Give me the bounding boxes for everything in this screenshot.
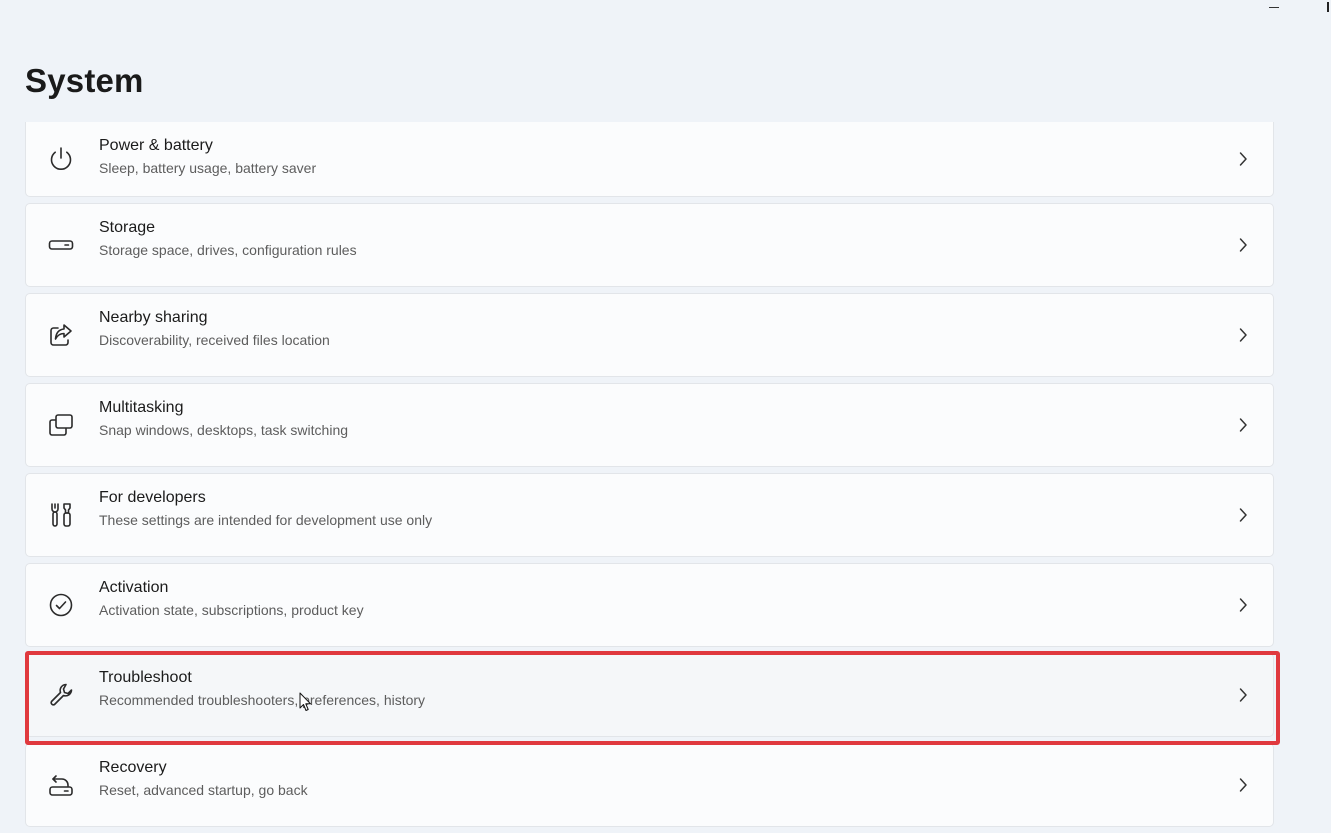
settings-item-subtitle: Discoverability, received files location	[99, 332, 330, 348]
chevron-right-icon	[1239, 418, 1247, 432]
settings-item-title: Power & battery	[99, 137, 213, 154]
window-controls	[1251, 0, 1331, 20]
settings-item-developers[interactable]: For developers These settings are intend…	[25, 473, 1274, 557]
chevron-right-icon	[1239, 152, 1247, 166]
chevron-right-icon	[1239, 688, 1247, 702]
settings-item-recovery[interactable]: Recovery Reset, advanced startup, go bac…	[25, 743, 1274, 827]
settings-item-power[interactable]: Power & battery Sleep, battery usage, ba…	[25, 122, 1274, 197]
chevron-right-icon	[1239, 508, 1247, 522]
storage-drive-icon	[46, 230, 76, 260]
share-icon	[46, 320, 76, 350]
settings-item-title: Recovery	[99, 759, 167, 776]
settings-item-subtitle: Reset, advanced startup, go back	[99, 782, 308, 798]
recovery-icon	[46, 770, 76, 800]
settings-item-multitasking[interactable]: Multitasking Snap windows, desktops, tas…	[25, 383, 1274, 467]
developer-tools-icon	[46, 500, 76, 530]
page-title: System	[25, 62, 144, 99]
settings-item-troubleshoot[interactable]: Troubleshoot Recommended troubleshooters…	[25, 653, 1274, 737]
mouse-cursor-icon	[299, 692, 311, 711]
settings-item-subtitle: Storage space, drives, configuration rul…	[99, 242, 357, 258]
settings-item-subtitle: Snap windows, desktops, task switching	[99, 422, 349, 438]
checkmark-circle-icon	[46, 590, 76, 620]
minimize-button[interactable]	[1263, 0, 1287, 16]
multitasking-windows-icon	[46, 410, 76, 440]
settings-item-subtitle: These settings are intended for developm…	[99, 512, 433, 528]
settings-list: Power & battery Sleep, battery usage, ba…	[25, 122, 1274, 833]
power-icon	[46, 144, 76, 174]
settings-item-title: For developers	[99, 489, 206, 506]
settings-item-subtitle: Activation state, subscriptions, product…	[99, 602, 364, 618]
wrench-icon	[46, 680, 76, 710]
settings-item-title: Multitasking	[99, 399, 184, 416]
settings-item-subtitle: Recommended troubleshooters, preferences…	[99, 692, 426, 708]
settings-item-nearby-sharing[interactable]: Nearby sharing Discoverability, received…	[25, 293, 1274, 377]
settings-item-activation[interactable]: Activation Activation state, subscriptio…	[25, 563, 1274, 647]
settings-item-title: Activation	[99, 579, 169, 596]
chevron-right-icon	[1239, 328, 1247, 342]
chevron-right-icon	[1239, 238, 1247, 252]
settings-item-title: Nearby sharing	[99, 309, 208, 326]
maximize-button[interactable]	[1325, 0, 1331, 16]
chevron-right-icon	[1239, 598, 1247, 612]
settings-item-subtitle: Sleep, battery usage, battery saver	[99, 160, 317, 176]
chevron-right-icon	[1239, 778, 1247, 792]
settings-item-title: Storage	[99, 219, 156, 236]
settings-item-title: Troubleshoot	[99, 669, 192, 686]
settings-item-storage[interactable]: Storage Storage space, drives, configura…	[25, 203, 1274, 287]
